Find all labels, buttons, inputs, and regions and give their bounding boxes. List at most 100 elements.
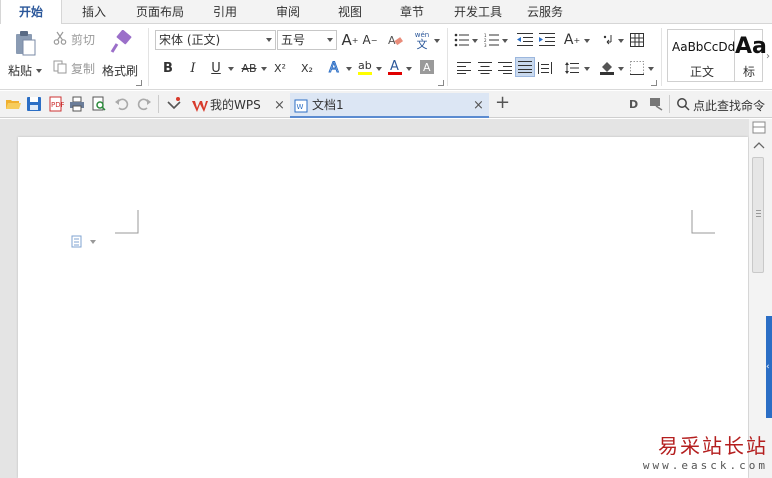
tab-view[interactable]: 视图 xyxy=(322,0,378,24)
clipboard-launcher-icon[interactable] xyxy=(136,80,142,86)
tab-page-layout[interactable]: 页面布局 xyxy=(126,0,194,24)
paste-dropdown-arrow[interactable] xyxy=(36,69,42,73)
chevron-down-icon[interactable] xyxy=(618,67,624,71)
print-preview-icon[interactable] xyxy=(91,96,107,112)
table-grid-icon[interactable] xyxy=(629,32,645,48)
tab-references[interactable]: 引用 xyxy=(196,0,254,24)
format-painter-label[interactable]: 格式刷 xyxy=(102,62,138,79)
paragraph-mark-icon[interactable] xyxy=(600,32,616,48)
margin-corner-top-right xyxy=(691,210,715,234)
paste-button[interactable] xyxy=(8,28,44,58)
align-right-icon[interactable] xyxy=(497,60,513,76)
format-painter-button[interactable] xyxy=(107,28,135,58)
redo-icon[interactable] xyxy=(136,96,152,112)
chevron-down-icon[interactable] xyxy=(376,67,382,71)
decrease-indent-icon[interactable] xyxy=(517,32,533,48)
line-spacing-icon[interactable] xyxy=(564,60,580,76)
open-folder-icon[interactable] xyxy=(5,96,21,112)
chevron-down-icon[interactable] xyxy=(406,67,412,71)
style-heading-label: 标 xyxy=(743,65,756,79)
justify-icon[interactable] xyxy=(515,57,535,77)
svg-text:D: D xyxy=(629,98,638,111)
tab-review[interactable]: 审阅 xyxy=(258,0,318,24)
chevron-down-icon[interactable] xyxy=(346,67,352,71)
print-icon[interactable] xyxy=(69,96,85,112)
chevron-down-icon[interactable] xyxy=(584,67,590,71)
svg-text:A: A xyxy=(423,61,431,74)
margin-corner-top-left xyxy=(115,210,139,234)
doc-tab-my-wps[interactable]: 我的WPS × xyxy=(186,93,288,118)
font-launcher-icon[interactable] xyxy=(438,80,444,86)
document-page[interactable] xyxy=(18,137,748,478)
doc-tab-document1[interactable]: W 文档1 × xyxy=(290,93,489,118)
italic-button[interactable]: I xyxy=(185,58,201,78)
style-normal-label: 正文 xyxy=(690,65,715,79)
scroll-thumb[interactable] xyxy=(752,157,764,273)
chevron-down-icon[interactable] xyxy=(228,67,234,71)
pinyin-guide-icon[interactable]: wén 文 xyxy=(412,28,432,52)
chevron-down-icon[interactable] xyxy=(618,39,624,43)
tab-cloud[interactable]: 云服务 xyxy=(514,0,576,24)
bold-button[interactable]: B xyxy=(160,58,176,78)
distributed-icon[interactable] xyxy=(537,60,553,76)
split-view-icon[interactable] xyxy=(752,121,768,135)
font-name-select[interactable]: 宋体 (正文) xyxy=(155,30,276,50)
undo-icon[interactable] xyxy=(114,96,130,112)
superscript-button[interactable]: X² xyxy=(270,58,290,78)
cut-label[interactable]: 剪切 xyxy=(71,31,95,48)
divider xyxy=(148,28,149,86)
tab-insert[interactable]: 插入 xyxy=(66,0,122,24)
close-icon[interactable]: × xyxy=(274,93,285,118)
align-left-icon[interactable] xyxy=(456,60,472,76)
pin-icon[interactable] xyxy=(648,96,664,112)
tab-chapter[interactable]: 章节 xyxy=(382,0,442,24)
paste-label[interactable]: 粘贴 xyxy=(8,62,32,79)
text-effect-icon[interactable]: A xyxy=(326,57,344,77)
borders-icon[interactable] xyxy=(629,60,645,76)
align-center-icon[interactable] xyxy=(477,60,493,76)
copy-label[interactable]: 复制 xyxy=(71,60,95,77)
d-toggle-icon[interactable]: D xyxy=(626,96,642,112)
chevron-down-icon[interactable] xyxy=(584,39,590,43)
chevron-down-icon[interactable] xyxy=(261,67,267,71)
chevron-down-icon[interactable] xyxy=(648,67,654,71)
numbered-list-icon[interactable]: 123 xyxy=(484,32,500,48)
paragraph-tag-icon[interactable] xyxy=(71,235,99,249)
command-search[interactable]: 点此查找命令 xyxy=(674,91,772,118)
char-shading-icon[interactable]: A xyxy=(418,58,436,76)
export-pdf-icon[interactable]: PDF xyxy=(48,96,64,112)
font-color-icon[interactable]: A xyxy=(386,57,404,77)
font-size-select[interactable]: 五号 xyxy=(277,30,337,50)
change-case-icon[interactable]: A + xyxy=(563,30,581,50)
chevron-down-icon[interactable] xyxy=(434,39,440,43)
save-icon[interactable] xyxy=(26,96,42,112)
underline-button[interactable]: U xyxy=(208,58,224,78)
scroll-up-icon[interactable] xyxy=(753,141,765,149)
shrink-font-icon[interactable]: A − xyxy=(362,30,378,50)
cut-icon[interactable] xyxy=(52,30,68,46)
style-normal[interactable]: AaBbCcDd 正文 xyxy=(667,29,735,82)
tab-developer[interactable]: 开发工具 xyxy=(446,0,510,24)
chevron-down-icon[interactable] xyxy=(472,39,478,43)
vertical-scrollbar[interactable]: ‹ xyxy=(749,119,772,478)
copy-icon[interactable] xyxy=(52,59,68,75)
highlight-icon[interactable]: ab xyxy=(356,57,374,77)
close-icon[interactable]: × xyxy=(473,93,484,118)
strikethrough-button[interactable]: AB xyxy=(238,58,260,78)
side-panel-toggle[interactable]: ‹ xyxy=(766,316,772,418)
subscript-button[interactable]: X₂ xyxy=(297,58,317,78)
chevron-down-icon xyxy=(266,38,272,42)
chevron-right-icon[interactable]: › xyxy=(764,50,772,62)
tab-home[interactable]: 开始 xyxy=(0,0,62,25)
style-heading[interactable]: Aa 标 xyxy=(735,29,767,82)
grow-font-icon[interactable]: A + xyxy=(341,30,359,50)
menu-bar: 开始 插入 页面布局 引用 审阅 视图 章节 开发工具 云服务 xyxy=(0,0,772,25)
shading-bucket-icon[interactable] xyxy=(598,58,616,76)
bullet-list-icon[interactable] xyxy=(454,32,470,48)
chevron-down-icon[interactable] xyxy=(502,39,508,43)
new-tab-button[interactable]: + xyxy=(495,92,510,113)
increase-indent-icon[interactable] xyxy=(539,32,555,48)
paragraph-launcher-icon[interactable] xyxy=(651,80,657,86)
clear-format-icon[interactable]: A xyxy=(386,30,404,50)
customize-dropdown-icon[interactable] xyxy=(166,96,182,112)
